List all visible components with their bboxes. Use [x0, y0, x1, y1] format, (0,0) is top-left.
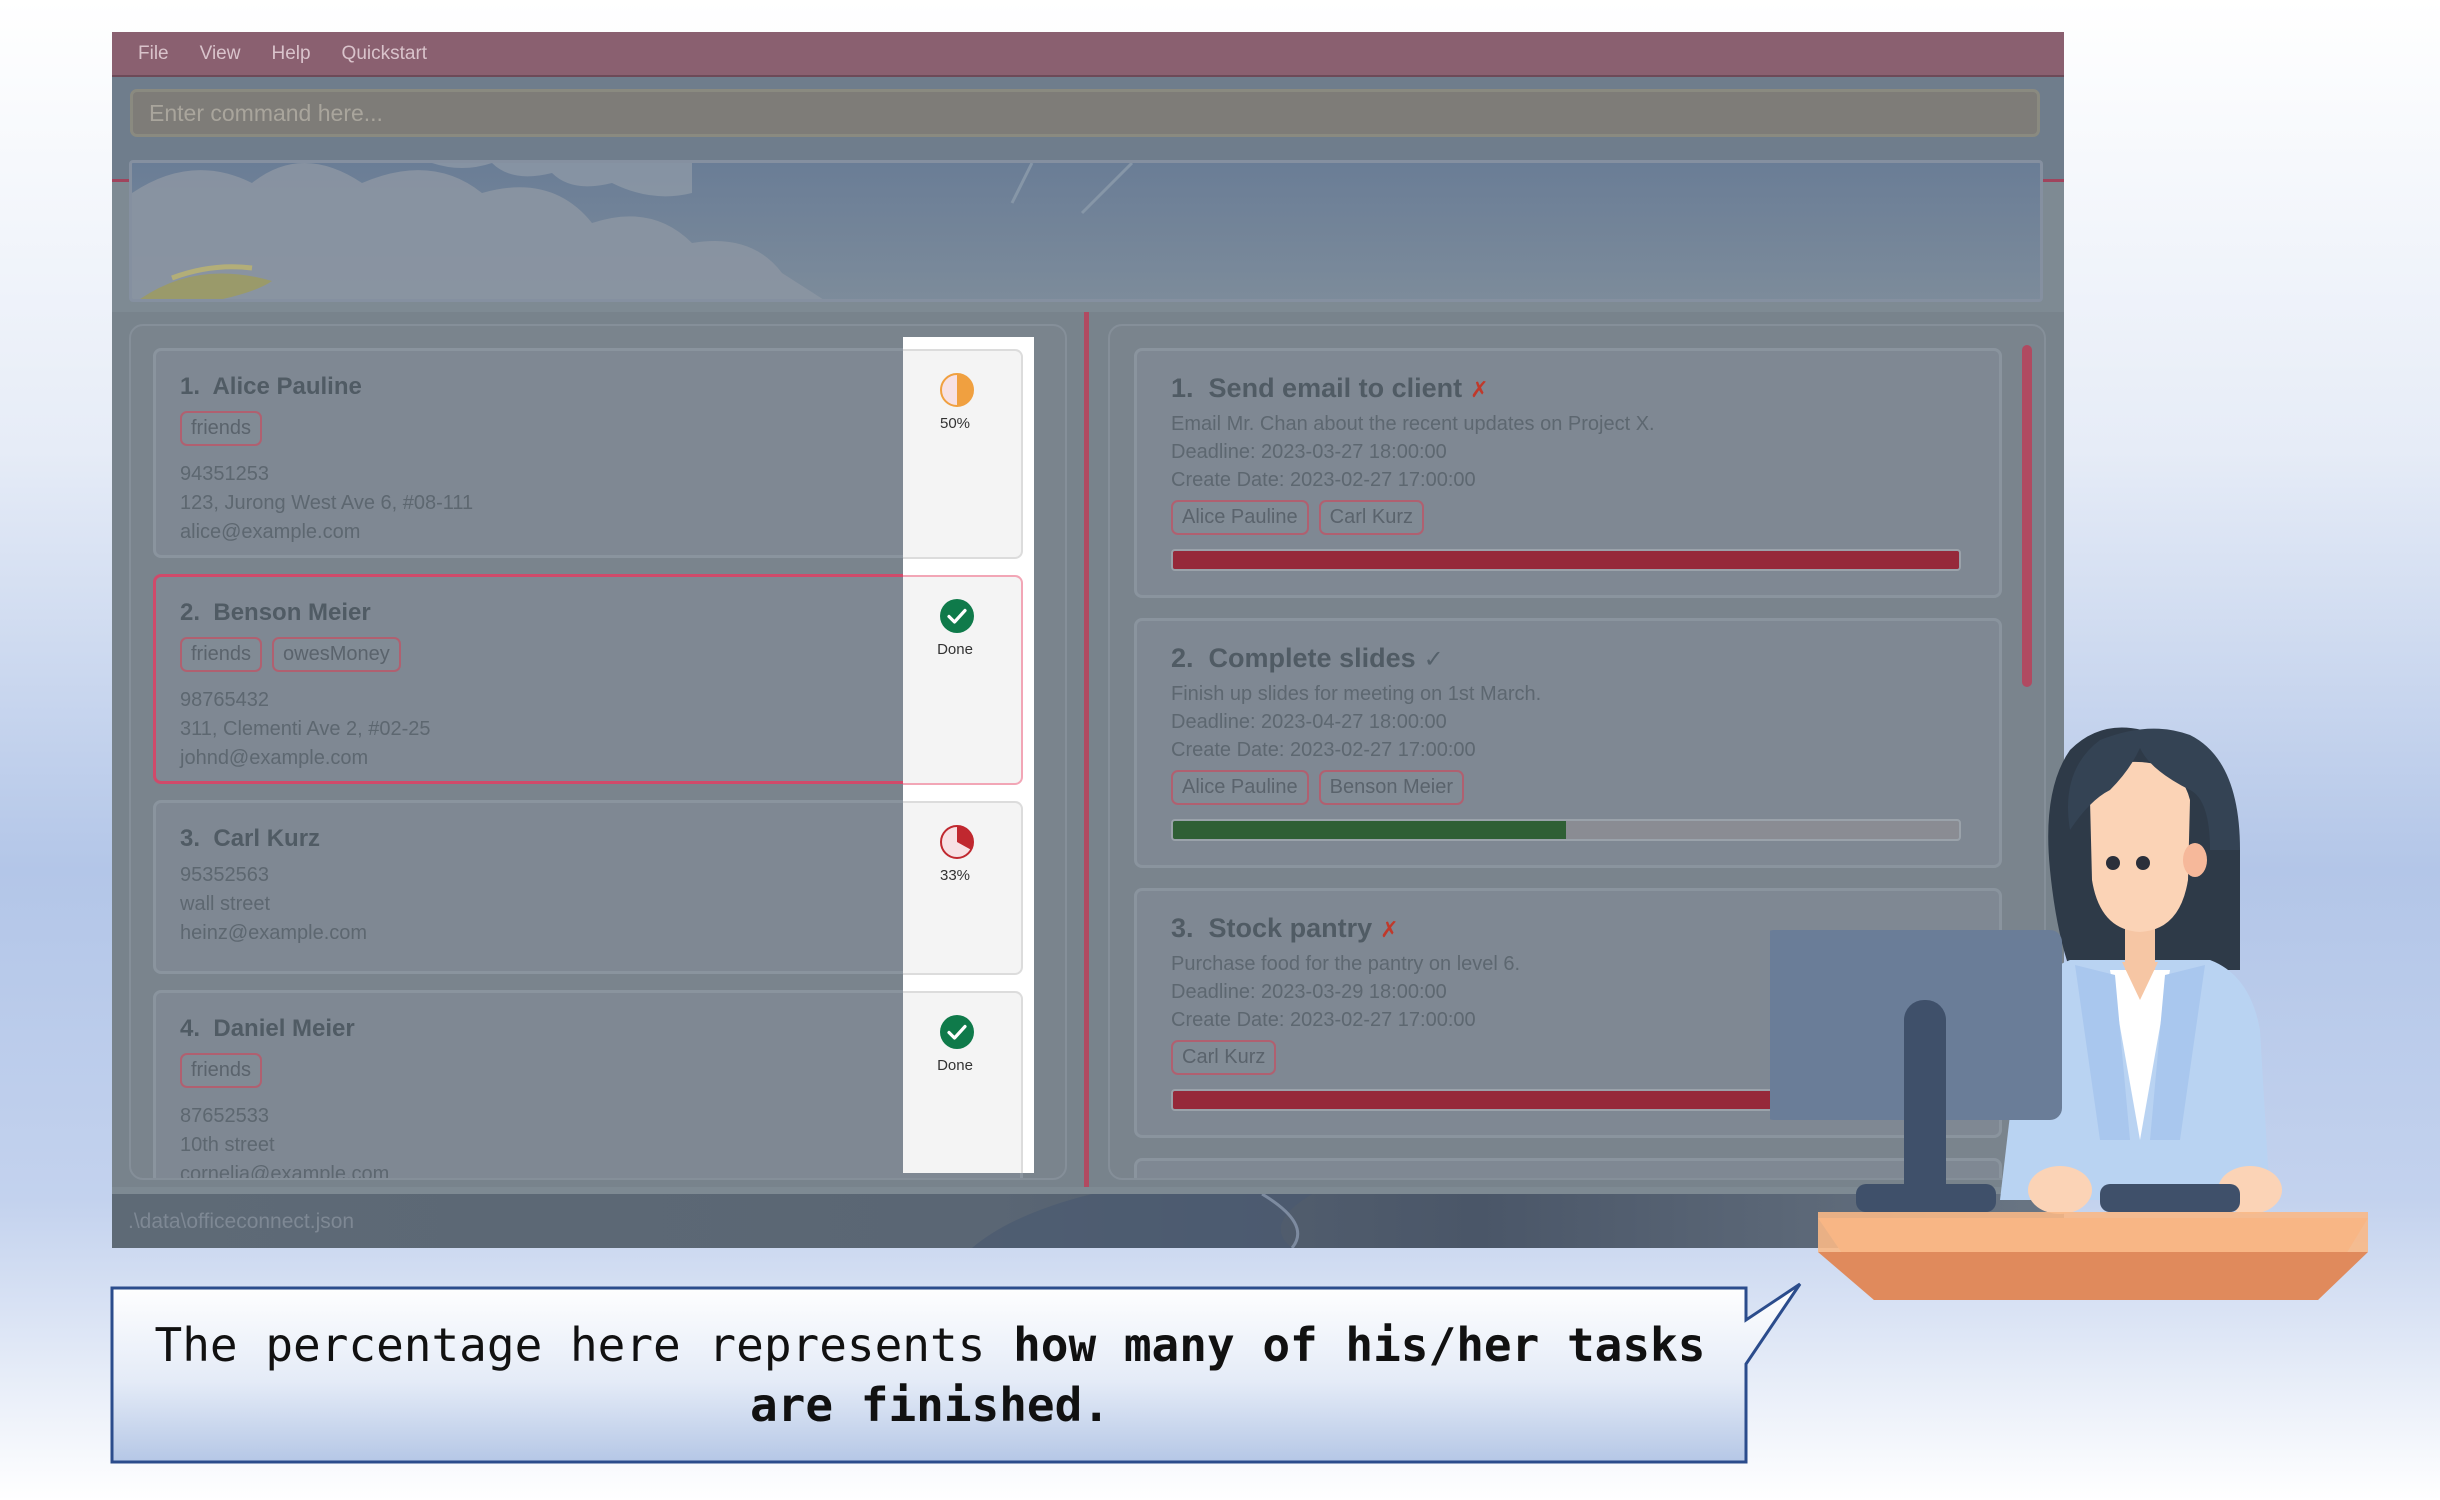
person-name: 4. Daniel Meier [180, 1015, 355, 1042]
assignee-list: Alice Pauline Carl Kurz [1171, 500, 1965, 535]
check-circle-icon [940, 1015, 974, 1049]
progress-cell: Done [903, 991, 1023, 1173]
person-card[interactable]: 4. Daniel Meier friends 87652533 10th st… [153, 990, 1023, 1180]
menu-help[interactable]: Help [271, 43, 310, 65]
progress-label: 33% [939, 867, 971, 884]
task-progress-bar [1171, 549, 1961, 571]
tag-list: friends [180, 411, 996, 446]
person-email: johnd@example.com [180, 747, 369, 769]
tag: owesMoney [272, 637, 401, 672]
person-address: wall street [180, 893, 271, 915]
tag: friends [180, 411, 263, 446]
person-name: 2. Benson Meier [180, 599, 371, 626]
assignee-tag: Alice Pauline [1171, 500, 1309, 535]
task-description: Email Mr. Chan about the recent updates … [1171, 413, 1655, 435]
person-email: heinz@example.com [180, 922, 368, 944]
task-status-mark: ✗ [1380, 917, 1399, 942]
menu-quickstart[interactable]: Quickstart [342, 43, 428, 65]
person-address: 123, Jurong West Ave 6, #08-111 [180, 492, 474, 514]
check-circle-icon [940, 599, 974, 633]
tag-list: friends [180, 1053, 996, 1088]
progress-cell: 33% [903, 801, 1023, 975]
progress-label: Done [937, 1057, 973, 1074]
person-card[interactable]: 2. Benson Meier friends owesMoney 987654… [153, 574, 1023, 784]
person-name: 1. Alice Pauline [180, 373, 362, 400]
banner-background [132, 163, 2040, 299]
progress-label: Done [937, 641, 973, 658]
callout-text: The percentage here represents how many … [154, 1318, 1706, 1432]
presenter-illustration [1770, 727, 2368, 1300]
person-phone: 87652533 [180, 1105, 269, 1127]
result-display [129, 160, 2043, 302]
task-status-mark: ✗ [1470, 377, 1489, 402]
person-name: 3. Carl Kurz [180, 825, 321, 852]
task-progress-fill [1173, 551, 1959, 569]
task-deadline: Deadline: 2023-03-27 18:00:00 [1171, 441, 1447, 463]
pie-slice [957, 374, 973, 406]
person-phone: 95352563 [180, 864, 269, 886]
menu-view[interactable]: View [200, 43, 241, 65]
pie-progress-icon [940, 825, 974, 859]
panel-divider[interactable] [1084, 312, 1089, 1187]
assignee-tag: Carl Kurz [1171, 1040, 1277, 1075]
command-input[interactable] [130, 89, 2040, 137]
person-email: alice@example.com [180, 521, 361, 543]
pie-progress-icon [940, 373, 974, 407]
task-title: 2. Complete slides ✓ [1171, 643, 1444, 673]
progress-cell: Done [903, 575, 1023, 785]
task-list-scrollbar[interactable] [2022, 345, 2032, 687]
assignee-tag: Benson Meier [1318, 770, 1465, 805]
tag: friends [180, 637, 263, 672]
assignee-tag: Carl Kurz [1318, 500, 1424, 535]
progress-highlight: 50% Done 33% Done [903, 337, 1034, 1173]
task-title: 1. Send email to client ✗ [1171, 373, 1489, 403]
person-card[interactable]: 3. Carl Kurz 95352563 wall street heinz@… [153, 800, 1023, 974]
task-status-mark: ✓ [1423, 646, 1444, 673]
status-bar-path: .\data\officeconnect.json [128, 1210, 355, 1233]
progress-label: 50% [939, 415, 971, 432]
task-progress-fill [1173, 821, 1566, 839]
tag: friends [180, 1053, 263, 1088]
assignee-tag: Alice Pauline [1171, 770, 1309, 805]
person-card[interactable]: 1. Alice Pauline friends 94351253 123, J… [153, 348, 1023, 558]
menu-file[interactable]: File [138, 43, 169, 65]
person-email: cornelia@example.com [180, 1163, 390, 1180]
person-phone: 94351253 [180, 463, 269, 485]
person-address: 311, Clementi Ave 2, #02-25 [180, 718, 431, 740]
progress-cell: 50% [903, 349, 1023, 559]
person-phone: 98765432 [180, 689, 269, 711]
person-address: 10th street [180, 1134, 275, 1156]
tag-list: friends owesMoney [180, 637, 996, 672]
task-create-date: Create Date: 2023-02-27 17:00:00 [1171, 469, 1476, 491]
task-card[interactable]: 1. Send email to client ✗ Email Mr. Chan … [1134, 348, 2002, 598]
menu-bar: File View Help Quickstart [112, 32, 2064, 77]
